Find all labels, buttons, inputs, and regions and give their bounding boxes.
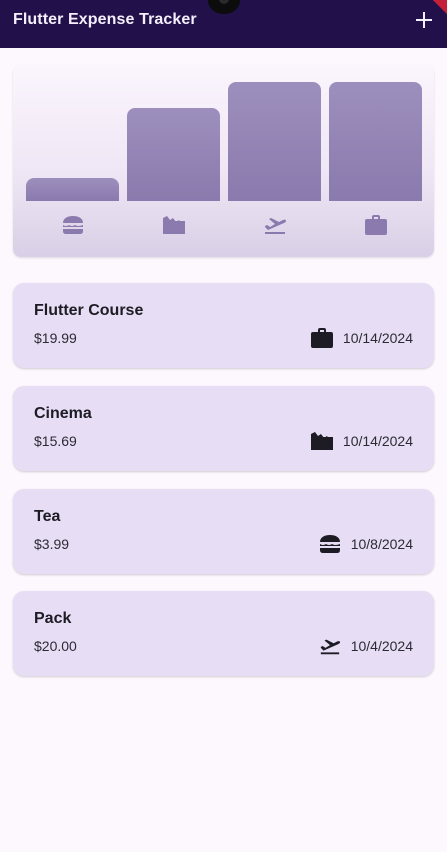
expense-amount: $15.69 <box>34 433 77 449</box>
expense-title: Tea <box>34 508 61 525</box>
chart-bar-work <box>329 82 422 201</box>
expense-meta: 10/14/2024 <box>310 327 413 349</box>
chart-category-icons <box>26 213 422 237</box>
expense-date: 10/4/2024 <box>350 638 413 654</box>
expense-amount: $19.99 <box>34 330 77 346</box>
clapperboard-icon <box>310 430 333 452</box>
expense-meta: 10/14/2024 <box>310 430 413 452</box>
expense-meta: 10/4/2024 <box>319 635 413 657</box>
chart-bars <box>26 82 422 201</box>
debug-banner <box>433 0 447 14</box>
expense-chart <box>13 65 434 257</box>
expense-amount: $20.00 <box>34 638 77 654</box>
expense-item[interactable]: Cinema $15.69 10/14/2024 <box>13 386 434 471</box>
chart-bar-food <box>26 178 119 201</box>
burger-icon <box>26 213 119 237</box>
plus-icon <box>416 12 432 28</box>
flight-takeoff-icon <box>319 635 341 657</box>
expense-date: 10/14/2024 <box>342 330 413 346</box>
expense-item[interactable]: Pack $20.00 10/4/2024 <box>13 591 434 676</box>
expense-title: Flutter Course <box>34 302 144 319</box>
burger-icon <box>319 533 341 555</box>
expense-amount: $3.99 <box>34 536 70 552</box>
expense-title: Cinema <box>34 405 92 422</box>
expense-title: Pack <box>34 610 72 627</box>
expense-meta: 10/8/2024 <box>319 533 413 555</box>
app-title: Flutter Expense Tracker <box>13 11 197 28</box>
expense-item[interactable]: Tea $3.99 10/8/2024 <box>13 489 434 574</box>
expense-date: 10/14/2024 <box>342 433 413 449</box>
expense-item[interactable]: Flutter Course $19.99 10/14/2024 <box>13 283 434 368</box>
briefcase-icon <box>329 213 422 237</box>
clapperboard-icon <box>127 213 220 237</box>
chart-bar-leisure <box>127 108 220 201</box>
chart-bar-travel <box>228 82 321 201</box>
flight-takeoff-icon <box>228 213 321 237</box>
expense-date: 10/8/2024 <box>350 536 413 552</box>
briefcase-icon <box>310 327 333 349</box>
